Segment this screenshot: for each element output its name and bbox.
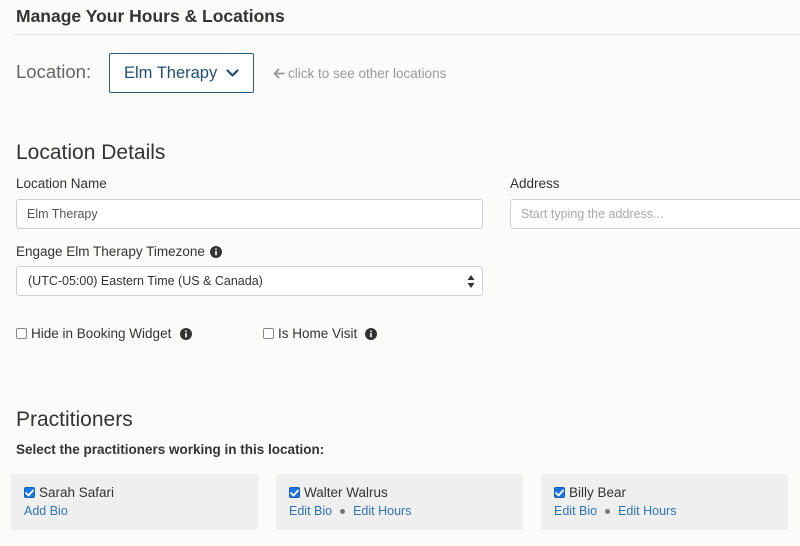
info-icon[interactable]: [209, 245, 222, 258]
practitioners-subtext: Select the practitioners working in this…: [16, 442, 325, 457]
practitioners-heading: Practitioners: [16, 408, 133, 431]
timezone-label-row: Engage Elm Therapy Timezone: [16, 244, 222, 259]
home-visit-row: Is Home Visit: [278, 326, 378, 341]
practitioner-links: Edit Bio Edit Hours: [289, 504, 411, 518]
practitioner-name: Walter Walrus: [304, 485, 388, 500]
add-bio-link[interactable]: Add Bio: [24, 504, 68, 518]
edit-hours-link[interactable]: Edit Hours: [353, 504, 411, 518]
practitioner-checkbox[interactable]: [554, 487, 565, 498]
practitioner-card: Walter Walrus Edit Bio Edit Hours: [276, 474, 523, 530]
edit-hours-link[interactable]: Edit Hours: [618, 504, 676, 518]
practitioner-checkbox[interactable]: [289, 487, 300, 498]
separator-dot: [340, 508, 346, 514]
edit-bio-link[interactable]: Edit Bio: [289, 504, 332, 518]
hide-in-booking-row: Hide in Booking Widget: [31, 326, 193, 341]
home-visit-checkbox[interactable]: [263, 328, 274, 339]
separator-dot: [605, 508, 611, 514]
location-dropdown-value: Elm Therapy: [124, 63, 218, 82]
address-input[interactable]: [510, 199, 800, 229]
checkmark-icon: [290, 489, 299, 496]
checkmark-icon: [25, 489, 34, 496]
location-name-input[interactable]: [16, 199, 483, 229]
practitioner-name: Billy Bear: [569, 485, 627, 500]
title-divider: [14, 34, 800, 35]
timezone-label: Engage Elm Therapy Timezone: [16, 244, 205, 259]
arrow-left-icon: [273, 68, 285, 79]
info-icon[interactable]: [180, 327, 193, 340]
edit-bio-link[interactable]: Edit Bio: [554, 504, 597, 518]
practitioner-name: Sarah Safari: [39, 485, 115, 500]
practitioner-card: Billy Bear Edit Bio Edit Hours: [541, 474, 788, 530]
info-icon[interactable]: [365, 327, 378, 340]
page-title: Manage Your Hours & Locations: [16, 6, 285, 26]
practitioner-checkbox[interactable]: [24, 487, 35, 498]
location-details-heading: Location Details: [16, 141, 166, 164]
location-dropdown[interactable]: Elm Therapy: [109, 53, 254, 93]
address-label: Address: [510, 176, 560, 191]
hide-in-booking-checkbox[interactable]: [16, 328, 27, 339]
hide-in-booking-label: Hide in Booking Widget: [31, 326, 172, 341]
location-hint: click to see other locations: [273, 66, 446, 81]
practitioner-links: Add Bio: [24, 504, 68, 518]
location-hint-text: click to see other locations: [288, 66, 447, 81]
chevron-down-icon: [226, 68, 239, 78]
home-visit-label: Is Home Visit: [278, 326, 358, 341]
timezone-select-value: (UTC-05:00) Eastern Time (US & Canada): [28, 274, 263, 288]
select-updown-icon: [467, 275, 475, 288]
practitioner-card: Sarah Safari Add Bio: [11, 474, 258, 530]
location-label: Location:: [16, 61, 92, 82]
practitioner-links: Edit Bio Edit Hours: [554, 504, 676, 518]
checkmark-icon: [555, 489, 564, 496]
timezone-select[interactable]: (UTC-05:00) Eastern Time (US & Canada): [16, 266, 483, 296]
location-name-label: Location Name: [16, 176, 107, 191]
